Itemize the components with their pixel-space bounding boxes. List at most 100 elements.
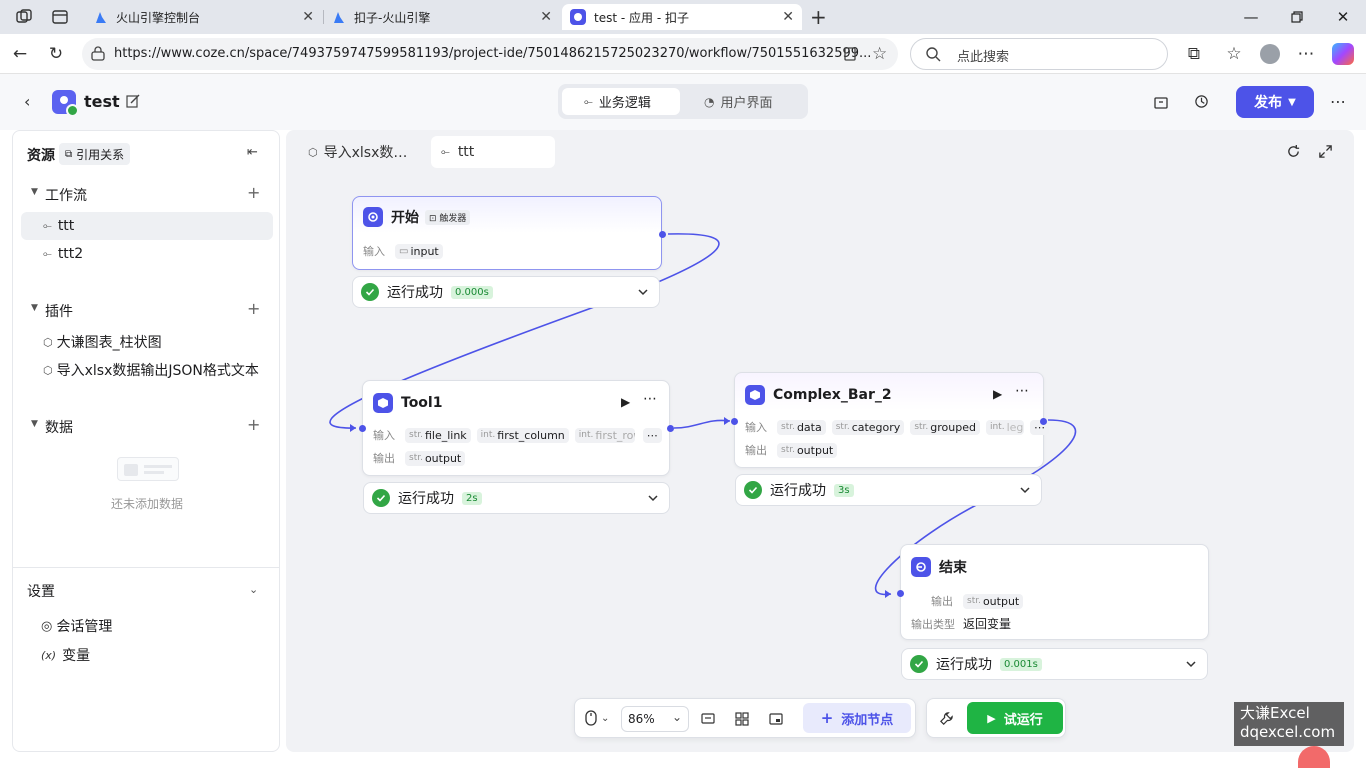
address-bar[interactable]: https://www.coze.cn/space/74937597475995…	[82, 38, 898, 70]
copilot-icon[interactable]	[1332, 43, 1354, 65]
sidebar-item-session-management[interactable]: ◎ 会话管理	[21, 612, 273, 640]
favorites-icon[interactable]: ☆	[1222, 42, 1246, 66]
site-info-icon[interactable]	[90, 46, 106, 62]
search-box[interactable]: 点此搜索	[910, 38, 1168, 70]
complex-bar-status-bar[interactable]: 运行成功 3s	[735, 474, 1042, 506]
sidebar-item-workflow-ttt2[interactable]: ⟜ ttt2	[21, 240, 273, 268]
restore-icon[interactable]	[1286, 6, 1308, 28]
tab-user-interface[interactable]: ◔ 用户界面	[684, 88, 804, 115]
minimize-icon[interactable]: —	[1240, 6, 1262, 28]
close-icon[interactable]: ✕	[302, 9, 314, 25]
watermark-line2: dqexcel.com	[1240, 723, 1336, 741]
sidebar-item-plugin-xlsx[interactable]: ⬡ 导入xlsx数据输出JSON格式文本	[21, 356, 273, 384]
volcano-logo-icon	[332, 10, 346, 24]
status-time: 3s	[834, 483, 854, 497]
zoom-value: 86%	[628, 712, 655, 726]
more-icon[interactable]: ⋯	[1330, 92, 1346, 111]
workflow-section-chevron-icon[interactable]: ▼	[31, 187, 38, 197]
publish-button[interactable]: 发布 ▼	[1236, 86, 1314, 118]
param-pill: str. file_link	[405, 427, 471, 443]
extensions-icon[interactable]: ⧉	[1182, 42, 1206, 66]
wrench-icon[interactable]	[939, 711, 954, 726]
app-header: ‹ test ⟜ 业务逻辑 ◔ 用户界面 发布 ▼ ⋯	[0, 74, 1366, 130]
new-tab-button[interactable]: +	[810, 5, 827, 29]
complex-bar-node[interactable]: Complex_Bar_2 ▶ ⋯ 输入 str. data str. catego…	[731, 372, 1049, 468]
browser-tab-volc-console[interactable]: 火山引擎控制台 ✕	[86, 4, 322, 30]
project-name: test	[84, 92, 120, 111]
refresh-icon[interactable]: ↻	[44, 42, 68, 66]
settings-chevron-down-icon[interactable]: ⌄	[249, 583, 258, 596]
folder-icon: ▭	[399, 245, 409, 257]
node-more-icon[interactable]: ⋯	[643, 391, 657, 407]
output-port[interactable]	[1040, 418, 1047, 425]
test-run-label: 试运行	[1003, 712, 1043, 728]
interaction-mode-button[interactable]: ⌄	[585, 710, 609, 726]
favorite-star-icon[interactable]: ☆	[872, 44, 887, 64]
tool1-node[interactable]: Tool1 ▶ ⋯ 输入 str. file_link int. first_col…	[359, 380, 674, 476]
sidebar-item-workflow-ttt[interactable]: ⟜ ttt	[21, 212, 273, 240]
status-text: 运行成功	[770, 483, 826, 499]
node-more-icon[interactable]: ⋯	[1015, 383, 1029, 399]
browser-tab-coze-volc[interactable]: 扣子-火山引擎 ✕	[324, 4, 560, 30]
comment-icon[interactable]	[701, 712, 715, 726]
archive-icon[interactable]	[1154, 95, 1168, 109]
workflow-icon: ⟜	[584, 94, 593, 108]
input-label: 输入	[363, 245, 385, 258]
references-label: 引用关系	[76, 147, 125, 162]
output-port[interactable]	[667, 425, 674, 432]
zoom-select[interactable]: 86% ⌄	[621, 706, 689, 732]
add-data-icon[interactable]: +	[247, 415, 260, 434]
chevron-down-icon[interactable]	[637, 286, 649, 298]
back-chevron-icon[interactable]: ‹	[24, 92, 30, 111]
empty-data-text: 还未添加数据	[111, 497, 184, 511]
start-node[interactable]: 开始 ⊡ 触发器 输入 ▭ input	[352, 196, 666, 270]
input-port[interactable]	[897, 590, 904, 597]
browser-tab-test-app[interactable]: test - 应用 - 扣子 ✕	[562, 4, 802, 30]
run-node-icon[interactable]: ▶	[621, 395, 630, 409]
browser-toolbar: ← ↻ https://www.coze.cn/space/7493759747…	[0, 34, 1366, 74]
end-node[interactable]: 结束 输出 str. output 输出类型 返回变量	[897, 544, 1209, 640]
end-status-bar[interactable]: 运行成功 0.001s	[901, 648, 1208, 680]
volcano-logo-icon	[94, 10, 108, 24]
profile-avatar[interactable]	[1260, 44, 1280, 64]
add-node-button[interactable]: + 添加节点	[803, 703, 911, 733]
view-switcher: ⟜ 业务逻辑 ◔ 用户界面	[558, 84, 808, 119]
tab-label: 扣子-火山引擎	[354, 10, 431, 25]
workflow-canvas[interactable]: ⬡ 导入xlsx数… ⟜ ttt 开始 ⊡ 触发器 输入 ▭input 运行成	[286, 130, 1354, 752]
input-port[interactable]	[359, 425, 366, 432]
tab-label: test - 应用 - 扣子	[594, 10, 689, 25]
minimap-icon[interactable]	[769, 712, 783, 726]
tool1-status-bar[interactable]: 运行成功 2s	[363, 482, 670, 514]
plugin-section-chevron-icon[interactable]: ▼	[31, 303, 38, 313]
edit-icon[interactable]	[126, 94, 140, 108]
run-node-icon[interactable]: ▶	[993, 387, 1002, 401]
references-button[interactable]: ⧉ 引用关系	[59, 143, 131, 165]
close-icon[interactable]: ✕	[782, 9, 794, 25]
reading-view-icon[interactable]	[842, 46, 858, 62]
sidebar-item-plugin-bar-chart[interactable]: ⬡ 大谦图表_柱状图	[21, 328, 273, 356]
chevron-down-icon[interactable]	[1019, 484, 1031, 496]
add-workflow-icon[interactable]: +	[247, 183, 260, 202]
collapse-sidebar-icon[interactable]: ⇤	[247, 145, 258, 160]
input-port[interactable]	[731, 418, 738, 425]
more-params-icon[interactable]: ⋯	[642, 427, 662, 443]
close-icon[interactable]: ✕	[540, 9, 552, 25]
chevron-down-icon[interactable]	[1185, 658, 1197, 670]
more-options-icon[interactable]: ⋯	[1294, 42, 1318, 66]
workspaces-icon[interactable]	[14, 7, 34, 27]
output-port[interactable]	[659, 231, 666, 238]
back-icon[interactable]: ←	[8, 42, 32, 66]
history-icon[interactable]	[1194, 94, 1209, 109]
close-window-icon[interactable]: ✕	[1332, 6, 1354, 28]
data-section-chevron-icon[interactable]: ▼	[31, 419, 38, 429]
search-icon	[925, 46, 941, 62]
start-status-bar[interactable]: 运行成功 0.000s	[352, 276, 660, 308]
status-time: 0.000s	[451, 285, 493, 299]
tab-actions-icon[interactable]	[50, 7, 70, 27]
add-plugin-icon[interactable]: +	[247, 299, 260, 318]
sidebar-item-variables[interactable]: (x) 变量	[21, 641, 273, 669]
test-run-button[interactable]: ▶ 试运行	[967, 702, 1063, 734]
auto-layout-icon[interactable]	[735, 712, 749, 726]
tab-business-logic[interactable]: ⟜ 业务逻辑	[562, 88, 680, 115]
chevron-down-icon[interactable]	[647, 492, 659, 504]
